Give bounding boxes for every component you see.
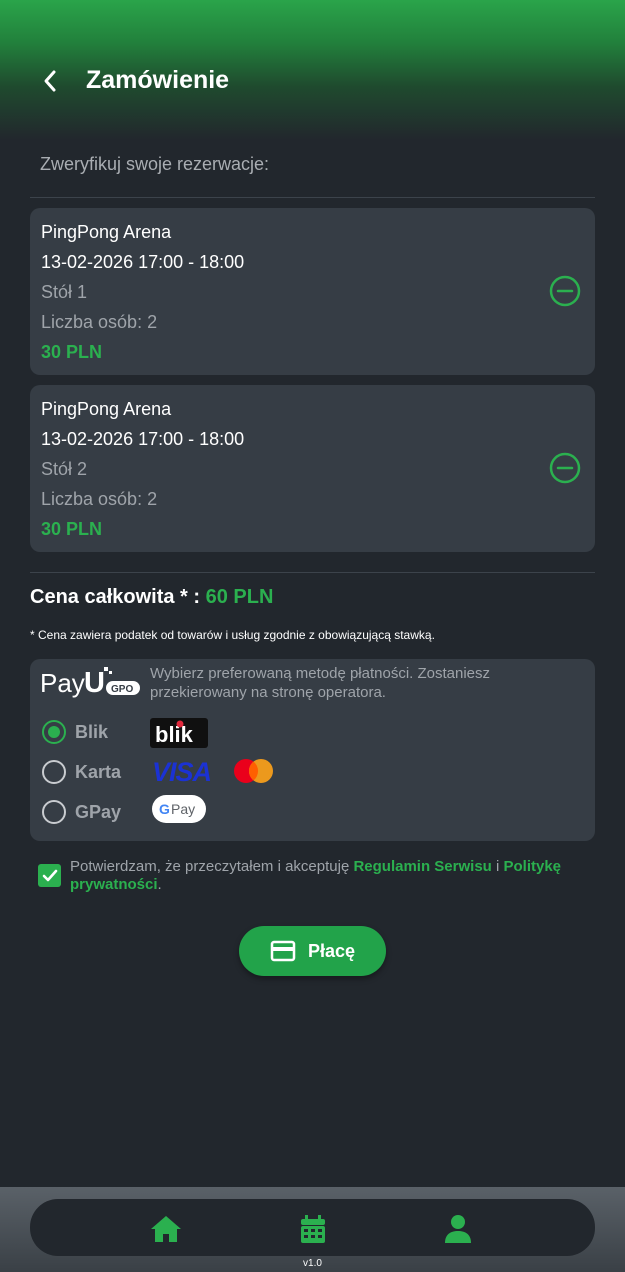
total-price: Cena całkowita * : 60 PLN (30, 586, 273, 609)
payment-option-gpay[interactable]: GPay (42, 798, 121, 826)
back-button[interactable] (34, 64, 66, 98)
divider (30, 197, 595, 198)
total-label: Cena całkowita * : (30, 586, 201, 608)
reservation-datetime: 13-02-2026 17:00 - 18:00 (41, 429, 245, 449)
blik-logo: blik (150, 718, 208, 753)
reservation-price: 30 PLN (41, 342, 103, 362)
divider (30, 572, 595, 573)
venue-name: PingPong Arena (41, 222, 172, 242)
svg-text:Pay: Pay (40, 668, 85, 698)
nav-home-button[interactable] (149, 1213, 183, 1245)
terms-text-middle: i (491, 858, 504, 875)
visa-logo: VISA (152, 757, 224, 789)
venue-name: PingPong Arena (41, 399, 172, 419)
radio-button[interactable] (42, 760, 66, 784)
payment-option-card[interactable]: Karta (42, 758, 121, 786)
section-subtitle: Zweryfikuj swoje rezerwacje: (40, 154, 270, 174)
table-name: Stół 1 (41, 282, 88, 302)
bottom-navigation (30, 1199, 595, 1256)
pay-button-label: Płacę (307, 940, 356, 961)
payment-option-label: Karta (75, 761, 122, 782)
calendar-icon (301, 1215, 325, 1243)
google-pay-logo: G Pay (152, 795, 206, 828)
radio-button[interactable] (42, 800, 66, 824)
chevron-left-icon (44, 70, 56, 92)
persons-count: Liczba osób: 2 (41, 489, 158, 509)
radio-button[interactable] (42, 720, 66, 744)
app-header: Zamówienie (0, 0, 625, 140)
page-title: Zamówienie (86, 66, 230, 94)
svg-text:VISA: VISA (152, 758, 211, 784)
svg-text:Pay: Pay (171, 801, 195, 817)
nav-calendar-button[interactable] (296, 1213, 330, 1245)
nav-profile-button[interactable] (441, 1213, 475, 1245)
mastercard-logo (233, 758, 275, 789)
total-amount: 60 PLN (205, 586, 274, 608)
svg-text:GPO: GPO (111, 684, 133, 695)
terms-text: Potwierdzam, że przeczytałem i akceptuję… (70, 858, 595, 894)
pay-button[interactable]: Płacę (239, 926, 386, 976)
remove-reservation-button[interactable] (549, 452, 581, 484)
payu-logo: Pay U GPO (40, 665, 142, 704)
remove-reservation-button[interactable] (549, 275, 581, 307)
svg-text:U: U (84, 667, 105, 699)
terms-text-before: Potwierdzam, że przeczytałem i akceptuję (70, 858, 354, 875)
app-version: v1.0 (303, 1258, 322, 1269)
persons-count: Liczba osób: 2 (41, 312, 158, 332)
reservation-card: PingPong Arena 13-02-2026 17:00 - 18:00 … (30, 385, 595, 552)
checkmark-icon (42, 869, 57, 881)
svg-text:G: G (159, 801, 170, 817)
reservation-price: 30 PLN (41, 519, 103, 539)
reservation-card: PingPong Arena 13-02-2026 17:00 - 18:00 … (30, 208, 595, 375)
terms-checkbox[interactable] (38, 864, 61, 887)
payment-methods-panel: Pay U GPO Wybierz preferowaną metodę pła… (30, 659, 595, 841)
payment-option-label: GPay (75, 801, 122, 822)
payment-option-blik[interactable]: Blik (42, 718, 108, 746)
tax-note: * Cena zawiera podatek od towarów i usłu… (30, 628, 435, 642)
regulations-link[interactable]: Regulamin Serwisu (353, 858, 491, 875)
terms-text-after: . (157, 876, 162, 893)
reservation-datetime: 13-02-2026 17:00 - 18:00 (41, 252, 245, 272)
minus-circle-icon (549, 452, 581, 484)
minus-circle-icon (549, 275, 581, 307)
home-icon (151, 1216, 181, 1242)
table-name: Stół 2 (41, 459, 88, 479)
user-icon (445, 1215, 471, 1243)
payment-option-label: Blik (75, 721, 109, 742)
credit-card-icon (270, 940, 296, 962)
svg-text:blik: blik (155, 722, 194, 747)
payment-description: Wybierz preferowaną metodę płatności. Zo… (150, 665, 491, 701)
